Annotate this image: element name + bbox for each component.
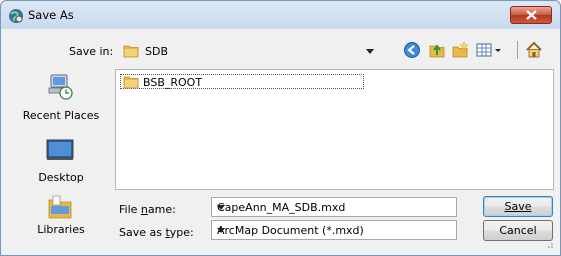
cancel-button-label: Cancel — [499, 224, 537, 237]
toolbar-separator — [517, 41, 518, 59]
place-recent-label: Recent Places — [22, 109, 100, 122]
chevron-down-icon — [217, 228, 225, 233]
places-bar: Recent Places Desktop Libraries — [9, 69, 113, 236]
window-title: Save As — [28, 8, 74, 22]
save-as-type-dropdown[interactable]: ArcMap Document (*.mxd) — [211, 220, 457, 240]
new-folder-icon[interactable] — [451, 41, 469, 59]
folder-icon — [123, 45, 139, 58]
save-as-type-value: ArcMap Document (*.mxd) — [217, 224, 364, 237]
place-desktop-label: Desktop — [38, 171, 84, 184]
home-icon[interactable] — [525, 41, 543, 59]
cancel-button[interactable]: Cancel — [483, 220, 553, 241]
place-libraries[interactable]: Libraries — [9, 193, 113, 236]
save-in-value: SDB — [145, 45, 168, 58]
view-menu-icon[interactable] — [475, 41, 505, 59]
chevron-down-icon[interactable] — [217, 205, 225, 210]
file-list[interactable]: BSB_ROOT — [115, 69, 554, 190]
folder-icon — [123, 76, 139, 89]
save-in-label: Save in: — [69, 45, 114, 58]
file-name-value: CapeAnn_MA_SDB.mxd — [217, 201, 346, 214]
file-name-field[interactable]: CapeAnn_MA_SDB.mxd — [211, 197, 457, 217]
list-item[interactable]: BSB_ROOT — [120, 74, 364, 89]
save-button-label: Save — [504, 200, 532, 213]
back-icon[interactable] — [403, 41, 421, 59]
file-name-label: File name: — [119, 203, 176, 216]
close-icon — [526, 10, 537, 20]
file-name: BSB_ROOT — [143, 76, 203, 89]
close-button[interactable] — [510, 6, 552, 24]
arcmap-globe-icon — [9, 9, 23, 23]
place-recent[interactable]: Recent Places — [9, 69, 113, 133]
place-desktop[interactable]: Desktop — [9, 135, 113, 191]
libraries-icon — [48, 195, 72, 219]
title-bar[interactable]: Save As — [1, 1, 560, 29]
dialog-body: Save in: SDB Recent Places Desktop Libra… — [5, 29, 556, 251]
save-as-dialog: Save As Save in: SDB Recent Places Deskt… — [0, 0, 561, 256]
place-libraries-label: Libraries — [37, 223, 85, 236]
save-as-type-label: Save as type: — [119, 226, 194, 239]
up-folder-icon[interactable] — [428, 41, 446, 59]
chevron-down-icon — [366, 49, 374, 54]
resize-grip-icon[interactable] — [544, 239, 554, 249]
save-in-dropdown[interactable]: SDB — [116, 39, 381, 61]
desktop-icon — [46, 139, 74, 160]
save-button[interactable]: Save — [483, 196, 553, 217]
recent-places-icon — [48, 74, 73, 100]
